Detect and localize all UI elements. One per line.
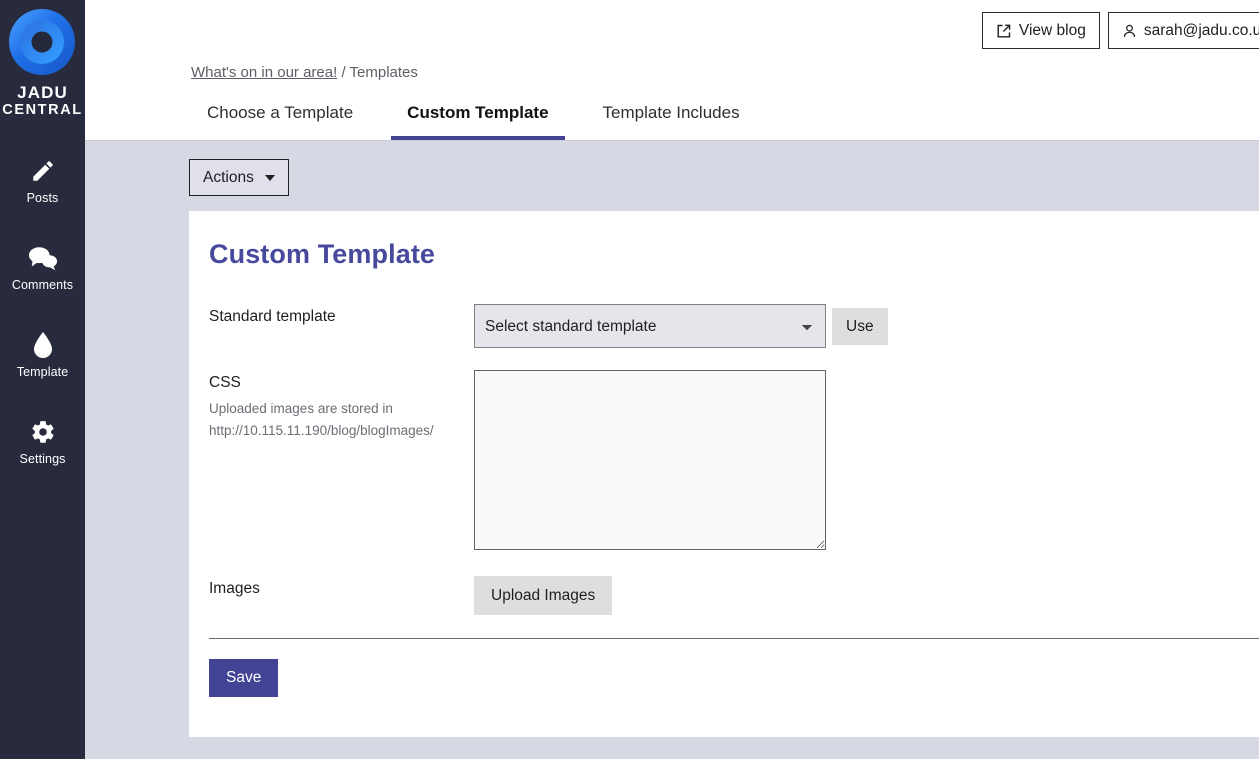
breadcrumb-separator: / xyxy=(341,64,346,81)
page-title: Custom Template xyxy=(209,239,436,269)
brand-name: JADU CENTRAL xyxy=(2,83,82,118)
tab-choose-a-template[interactable]: Choose a Template xyxy=(191,93,369,140)
user-icon xyxy=(1122,23,1137,39)
brand-name-line2: CENTRAL xyxy=(2,102,83,119)
upload-images-button[interactable]: Upload Images xyxy=(474,576,613,615)
sidebar-item-settings[interactable]: Settings xyxy=(0,405,85,476)
gear-icon xyxy=(30,417,56,447)
view-blog-button[interactable]: View blog xyxy=(981,12,1100,49)
css-label: CSS xyxy=(209,374,241,391)
css-textarea[interactable] xyxy=(474,370,826,550)
main-column: View blog sarah@jadu.co.uk What's on in … xyxy=(85,0,1259,759)
css-label-block: CSS Uploaded images are stored in http:/… xyxy=(189,370,474,442)
images-label: Images xyxy=(209,580,260,597)
tab-bar: Choose a Template Custom Template Templa… xyxy=(191,93,778,140)
sidebar-item-label: Template xyxy=(16,365,69,380)
custom-template-card: Custom Template Standard template Select… xyxy=(189,211,1259,737)
sidebar-item-template[interactable]: Template xyxy=(0,318,85,389)
breadcrumb-current: Templates xyxy=(349,64,418,81)
field-row-standard-template: Standard template Select standard templa… xyxy=(189,304,1259,348)
topbar: View blog sarah@jadu.co.uk What's on in … xyxy=(85,0,1259,141)
field-row-images: Images Upload Images xyxy=(189,576,1259,615)
actions-button[interactable]: Actions xyxy=(189,159,289,196)
comments-icon xyxy=(28,243,58,273)
brand-name-line1: JADU xyxy=(17,83,68,102)
css-help-text: Uploaded images are stored in http://10.… xyxy=(209,398,474,442)
topbar-actions: View blog sarah@jadu.co.uk xyxy=(981,12,1259,49)
droplet-icon xyxy=(33,330,53,360)
brand-logo[interactable]: JADU CENTRAL xyxy=(2,8,82,118)
sidebar: JADU CENTRAL Posts Comments Template Set… xyxy=(0,0,85,759)
sidebar-item-comments[interactable]: Comments xyxy=(0,231,85,302)
css-help-line1: Uploaded images are stored in xyxy=(209,401,393,416)
tab-custom-template[interactable]: Custom Template xyxy=(391,93,565,140)
sidebar-item-label: Posts xyxy=(26,191,59,206)
account-label: sarah@jadu.co.uk xyxy=(1143,21,1259,39)
external-link-icon xyxy=(996,23,1012,39)
sidebar-item-posts[interactable]: Posts xyxy=(0,144,85,215)
app-root: JADU CENTRAL Posts Comments Template Set… xyxy=(0,0,1259,759)
sidebar-item-label: Settings xyxy=(19,452,66,467)
form-divider xyxy=(209,638,1259,639)
account-menu-button[interactable]: sarah@jadu.co.uk xyxy=(1107,12,1259,49)
breadcrumb: What's on in our area! / Templates xyxy=(191,64,418,81)
pencil-icon xyxy=(30,156,56,186)
use-template-button[interactable]: Use xyxy=(832,308,888,345)
actions-label: Actions xyxy=(203,168,254,186)
jadu-ring-logo xyxy=(9,9,76,75)
tab-template-includes[interactable]: Template Includes xyxy=(587,93,756,140)
caret-down-icon xyxy=(264,174,275,181)
view-blog-label: View blog xyxy=(1018,21,1086,39)
standard-template-select[interactable]: Select standard template xyxy=(474,304,826,348)
standard-template-label: Standard template xyxy=(209,308,336,325)
save-button[interactable]: Save xyxy=(209,659,279,697)
actions-toolbar: Actions xyxy=(85,141,1259,211)
css-help-line2: http://10.115.11.190/blog/blogImages/ xyxy=(209,422,434,438)
field-row-css: CSS Uploaded images are stored in http:/… xyxy=(189,370,1259,550)
sidebar-item-label: Comments xyxy=(11,278,74,293)
breadcrumb-link[interactable]: What's on in our area! xyxy=(191,64,337,81)
